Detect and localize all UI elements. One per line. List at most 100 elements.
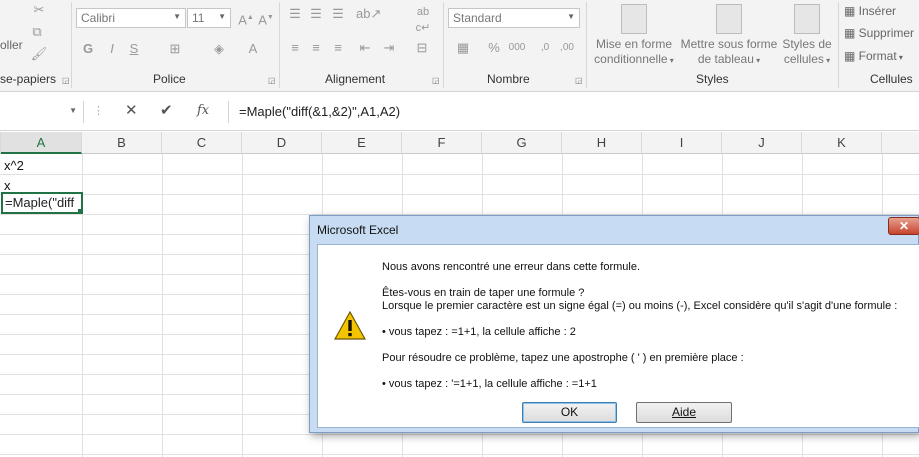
delete-cells-label: Supprimer: [858, 26, 915, 40]
group-divider: [443, 2, 444, 88]
increase-decimal-icon[interactable]: ,0: [536, 40, 554, 56]
conditional-formatting-button[interactable]: Mise en forme conditionnelle ▾: [590, 4, 678, 68]
column-header-e[interactable]: E: [322, 132, 402, 154]
cancel-entry-icon[interactable]: ✕: [125, 101, 138, 119]
dialog-close-button[interactable]: ✕: [888, 217, 919, 235]
column-header-c[interactable]: C: [162, 132, 242, 154]
cell-a1[interactable]: x^2: [4, 158, 24, 173]
copy-icon[interactable]: ⧉: [28, 24, 46, 40]
alignment-launcher-icon[interactable]: ◲: [432, 76, 440, 85]
align-center-icon[interactable]: ≡: [308, 40, 324, 56]
warning-icon: [334, 311, 366, 340]
column-header-l[interactable]: [882, 132, 919, 154]
number-format-combo[interactable]: Standard ▼: [448, 8, 580, 28]
increase-font-icon[interactable]: A▲: [238, 10, 254, 28]
fill-handle[interactable]: [77, 208, 81, 212]
gridline: [0, 194, 919, 195]
more-options-icon[interactable]: ⋮: [93, 104, 104, 117]
cell-a3-value: =Maple("diff: [5, 195, 75, 210]
number-launcher-icon[interactable]: ◲: [575, 76, 583, 85]
decrease-font-icon[interactable]: A▼: [258, 10, 274, 28]
group-divider: [586, 2, 587, 88]
format-as-table-icon: [716, 4, 742, 34]
confirm-entry-icon[interactable]: ✔: [160, 101, 173, 119]
cell-styles-label-2: cellules: [783, 52, 824, 66]
cell-styles-button[interactable]: Styles de cellules ▾: [780, 4, 834, 68]
conditional-formatting-icon: [621, 4, 647, 34]
align-top-icon[interactable]: ☰: [287, 6, 303, 22]
cells-group-label: Cellules: [870, 72, 913, 86]
dialog-message-error: Nous avons rencontré une erreur dans cet…: [382, 261, 641, 273]
format-cells-button[interactable]: ▦ Format ▾: [844, 49, 903, 63]
gridline: [242, 154, 243, 457]
column-header-f[interactable]: F: [402, 132, 482, 154]
fill-color-icon[interactable]: ◈: [210, 41, 228, 57]
align-left-icon[interactable]: ≡: [287, 40, 303, 56]
cut-icon[interactable]: ✂: [30, 2, 48, 18]
dialog-body: Nous avons rencontré une erreur dans cet…: [317, 244, 919, 428]
ribbon: ✂ ⧉ 🖌 oller se-papiers ◲ Calibri ▼ 11 ▼ …: [0, 0, 919, 92]
cell-styles-label-1: Styles de: [782, 37, 832, 51]
decrease-decimal-icon[interactable]: ,00: [558, 40, 576, 56]
dialog-title: Microsoft Excel: [317, 223, 399, 237]
dialog-message-example-2: • vous tapez : '=1+1, la cellule affiche…: [382, 378, 597, 390]
border-icon[interactable]: ⊞: [166, 41, 184, 57]
bold-button[interactable]: G: [80, 41, 96, 57]
conditional-formatting-label-2: conditionnelle: [594, 52, 668, 66]
clipboard-launcher-icon[interactable]: ◲: [62, 76, 70, 85]
font-size-value: 11: [192, 11, 205, 25]
wrap-text-icon[interactable]: ab c↵: [410, 4, 436, 36]
column-header-i[interactable]: I: [642, 132, 722, 154]
chevron-down-icon[interactable]: ▼: [69, 106, 77, 115]
font-launcher-icon[interactable]: ◲: [268, 76, 276, 85]
cell-a2[interactable]: x: [4, 178, 11, 193]
font-name-combo[interactable]: Calibri ▼: [76, 8, 186, 28]
orientation-icon[interactable]: ab↗: [356, 6, 381, 22]
insert-cells-button[interactable]: ▦ Insérer: [844, 4, 896, 18]
insert-cells-label: Insérer: [858, 4, 897, 18]
font-color-icon[interactable]: A: [244, 41, 262, 57]
chevron-down-icon: ▼: [567, 12, 575, 21]
close-icon: ✕: [898, 219, 910, 233]
paste-label[interactable]: oller: [0, 38, 23, 52]
active-cell-a3[interactable]: =Maple("diff: [1, 192, 83, 214]
align-middle-icon[interactable]: ☰: [308, 6, 324, 22]
chevron-down-icon: ▼: [218, 12, 226, 21]
format-icon: ▦: [844, 49, 859, 63]
cell-styles-icon: [794, 4, 820, 34]
format-as-table-button[interactable]: Mettre sous forme de tableau ▾: [680, 4, 778, 68]
gridline: [0, 174, 919, 175]
merge-center-icon[interactable]: ⊟: [410, 40, 434, 56]
group-divider: [71, 2, 72, 88]
font-size-combo[interactable]: 11 ▼: [187, 8, 231, 28]
underline-button[interactable]: S: [126, 41, 142, 57]
alignment-group-label: Alignement: [325, 72, 386, 86]
insert-function-button[interactable]: fx: [197, 103, 209, 118]
column-header-g[interactable]: G: [482, 132, 562, 154]
column-header-a[interactable]: A: [1, 132, 82, 154]
italic-button[interactable]: I: [104, 41, 120, 57]
column-header-b[interactable]: B: [82, 132, 162, 154]
align-bottom-icon[interactable]: ☰: [330, 6, 346, 22]
increase-indent-icon[interactable]: ⇥: [380, 40, 398, 56]
format-painter-icon[interactable]: 🖌: [30, 46, 48, 62]
name-box[interactable]: ▼: [0, 101, 84, 123]
group-divider: [279, 2, 280, 88]
column-header-d[interactable]: D: [242, 132, 322, 154]
column-header-h[interactable]: H: [562, 132, 642, 154]
align-right-icon[interactable]: ≡: [330, 40, 346, 56]
delete-icon: ▦: [844, 26, 859, 40]
format-cells-label: Format: [858, 49, 897, 63]
format-as-table-label-1: Mettre sous forme: [680, 37, 778, 51]
thousands-button[interactable]: 000: [506, 40, 528, 56]
ok-button[interactable]: OK: [522, 402, 617, 423]
column-header-k[interactable]: K: [802, 132, 882, 154]
delete-cells-button[interactable]: ▦ Supprimer: [844, 26, 914, 40]
formula-input[interactable]: =Maple("diff(&1,&2)",A1,A2): [228, 101, 919, 123]
percent-button[interactable]: %: [486, 40, 502, 56]
font-group-label: Police: [153, 72, 186, 86]
help-button[interactable]: Aide: [636, 402, 732, 423]
column-header-j[interactable]: J: [722, 132, 802, 154]
currency-icon[interactable]: ▦: [452, 40, 474, 56]
decrease-indent-icon[interactable]: ⇤: [356, 40, 374, 56]
